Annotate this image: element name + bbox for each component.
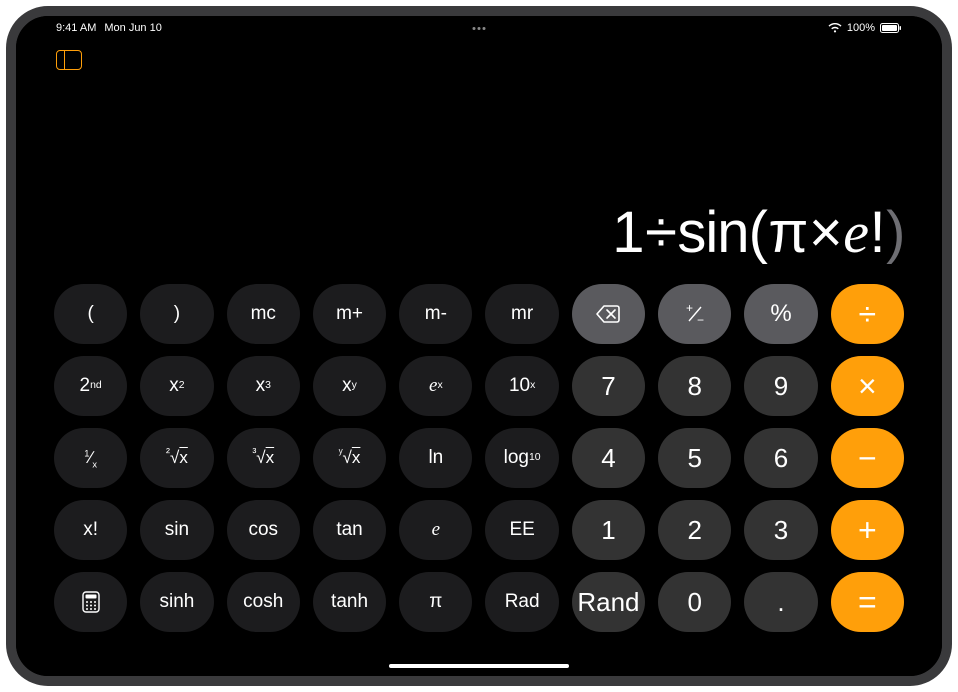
keypad-row: 2ndx2x3xyex10x789×	[54, 356, 904, 416]
expression-text: 1÷sin(π×e!)	[612, 199, 906, 266]
battery-icon	[880, 23, 902, 33]
minus-button[interactable]: −	[831, 428, 904, 488]
expression-display[interactable]: 1÷sin(π×e!)	[16, 40, 942, 284]
home-indicator[interactable]	[389, 664, 569, 668]
tanh-button[interactable]: tanh	[313, 572, 386, 632]
backspace-button[interactable]	[572, 284, 645, 344]
pi-button[interactable]: π	[399, 572, 472, 632]
mminus-button[interactable]: m-	[399, 284, 472, 344]
rand-button[interactable]: Rand	[572, 572, 645, 632]
rad-button[interactable]: Rad	[485, 572, 558, 632]
svg-text:−: −	[697, 313, 704, 325]
ipad-frame: 9:41 AM Mon Jun 10 100% 1÷sin(π×e!)	[6, 6, 952, 686]
plus-button[interactable]: +	[831, 500, 904, 560]
lparen-button[interactable]: (	[54, 284, 127, 344]
yroot-button[interactable]: ʸ√x	[313, 428, 386, 488]
multiply-button[interactable]: ×	[831, 356, 904, 416]
mode-button[interactable]	[54, 572, 127, 632]
tenx-button[interactable]: 10x	[485, 356, 558, 416]
one-button[interactable]: 1	[572, 500, 645, 560]
mr-button[interactable]: mr	[485, 284, 558, 344]
two-button[interactable]: 2	[658, 500, 731, 560]
mplus-button[interactable]: m+	[313, 284, 386, 344]
decimal-button[interactable]: .	[744, 572, 817, 632]
keypad-row: 1∕x²√x³√xʸ√xlnlog10456−	[54, 428, 904, 488]
rparen-button[interactable]: )	[140, 284, 213, 344]
cosh-button[interactable]: cosh	[227, 572, 300, 632]
status-date: Mon Jun 10	[104, 22, 161, 34]
second-button[interactable]: 2nd	[54, 356, 127, 416]
x3-button[interactable]: x3	[227, 356, 300, 416]
wifi-icon	[828, 23, 842, 33]
keypad-row: sinhcoshtanhπRadRand0.=	[54, 572, 904, 632]
eight-button[interactable]: 8	[658, 356, 731, 416]
cbrt-button[interactable]: ³√x	[227, 428, 300, 488]
ex-button[interactable]: ex	[399, 356, 472, 416]
reciprocal-button[interactable]: 1∕x	[54, 428, 127, 488]
svg-text:+: +	[686, 303, 693, 315]
sqrt-button[interactable]: ²√x	[140, 428, 213, 488]
screen: 9:41 AM Mon Jun 10 100% 1÷sin(π×e!)	[16, 16, 942, 676]
sign-button[interactable]: +−	[658, 284, 731, 344]
keypad-row: x!sincostaneEE123+	[54, 500, 904, 560]
keypad-row: ()mcm+m-mr +−%÷	[54, 284, 904, 344]
mc-button[interactable]: mc	[227, 284, 300, 344]
log10-button[interactable]: log10	[485, 428, 558, 488]
e-button[interactable]: e	[399, 500, 472, 560]
ee-button[interactable]: EE	[485, 500, 558, 560]
xy-button[interactable]: xy	[313, 356, 386, 416]
sin-button[interactable]: sin	[140, 500, 213, 560]
status-time: 9:41 AM	[56, 22, 96, 34]
multitasking-dots[interactable]	[473, 27, 486, 30]
x2-button[interactable]: x2	[140, 356, 213, 416]
six-button[interactable]: 6	[744, 428, 817, 488]
tan-button[interactable]: tan	[313, 500, 386, 560]
divide-button[interactable]: ÷	[831, 284, 904, 344]
nine-button[interactable]: 9	[744, 356, 817, 416]
battery-percent: 100%	[847, 22, 875, 34]
status-bar: 9:41 AM Mon Jun 10 100%	[16, 16, 942, 40]
cos-button[interactable]: cos	[227, 500, 300, 560]
sidebar-toggle-button[interactable]	[56, 50, 82, 70]
equals-button[interactable]: =	[831, 572, 904, 632]
ln-button[interactable]: ln	[399, 428, 472, 488]
seven-button[interactable]: 7	[572, 356, 645, 416]
keypad: ()mcm+m-mr+−%÷2ndx2x3xyex10x789×1∕x²√x³√…	[16, 284, 942, 676]
percent-button[interactable]: %	[744, 284, 817, 344]
zero-button[interactable]: 0	[658, 572, 731, 632]
four-button[interactable]: 4	[572, 428, 645, 488]
five-button[interactable]: 5	[658, 428, 731, 488]
three-button[interactable]: 3	[744, 500, 817, 560]
sinh-button[interactable]: sinh	[140, 572, 213, 632]
factorial-button[interactable]: x!	[54, 500, 127, 560]
